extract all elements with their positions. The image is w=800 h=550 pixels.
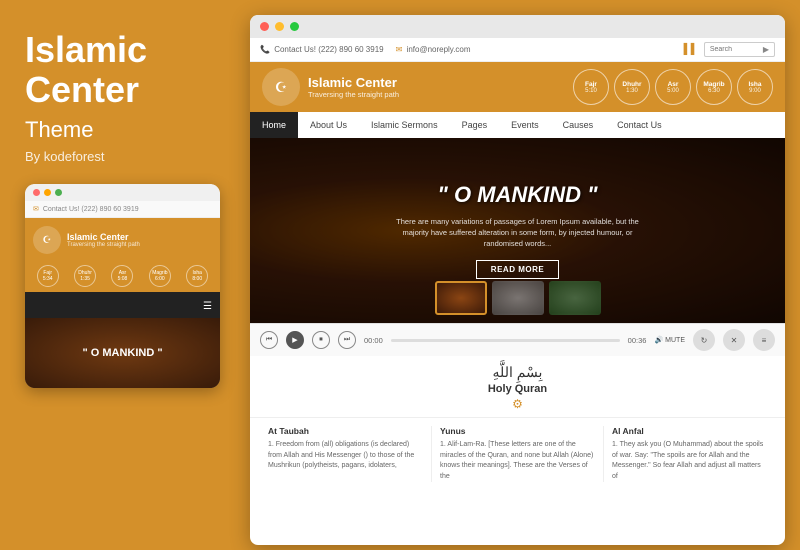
nav-sermons[interactable]: Islamic Sermons: [359, 112, 450, 138]
mobile-hero: " O MANKIND ": [25, 318, 220, 388]
hero-content: " O MANKIND " There are many variations …: [358, 182, 678, 280]
left-panel: IslamicCenter Theme By kodeforest ✉ Cont…: [0, 0, 245, 550]
nav-pages[interactable]: Pages: [450, 112, 500, 138]
mobile-prayer-magrib: Magrib6:00: [149, 265, 171, 289]
player-extra-btn-2[interactable]: ✕: [723, 329, 745, 351]
article-taubah: At Taubah 1. Freedom from (all) obligati…: [260, 426, 432, 482]
mobile-header: ☪ Islamic Center Traversing the straight…: [25, 218, 220, 262]
quran-section: بِسْمِ اللَّهِ Holy Quran ⚙: [250, 356, 785, 418]
mobile-mockup: ✉ Contact Us! (222) 890 60 3919 ☪ Islami…: [25, 184, 220, 388]
player-next-button[interactable]: ⏭: [338, 331, 356, 349]
mute-button[interactable]: 🔊 MUTE: [654, 336, 685, 344]
hero-read-more-button[interactable]: READ MORE: [476, 260, 559, 279]
chrome-dot-green: [290, 22, 299, 31]
phone-icon: 📞: [260, 45, 270, 54]
site-logo: ☪: [262, 68, 300, 106]
site-name: Islamic Center: [308, 75, 399, 91]
search-box[interactable]: ▶: [704, 42, 775, 57]
prayer-magrib: Magrib 6:30: [696, 69, 732, 105]
article-anfal-text: 1. They ask you (O Muhammad) about the s…: [612, 440, 767, 482]
article-anfal: Al Anfal 1. They ask you (O Muhammad) ab…: [604, 426, 775, 482]
player-progress-bar[interactable]: [391, 339, 620, 342]
article-yunus-title: Yunus: [440, 426, 595, 436]
chrome-dot-red: [260, 22, 269, 31]
top-info-bar: 📞 Contact Us! (222) 890 60 3919 ✉ info@n…: [250, 38, 785, 62]
prayer-fajr: Fajr 5:10: [573, 69, 609, 105]
player-extra-btn-3[interactable]: ≡: [753, 329, 775, 351]
browser-window: 📞 Contact Us! (222) 890 60 3919 ✉ info@n…: [250, 15, 785, 545]
nav-events[interactable]: Events: [499, 112, 551, 138]
hero-thumbnails: [435, 281, 601, 315]
site-tagline: Traversing the straight path: [308, 90, 399, 99]
mobile-prayer-asr: Asr5:08: [111, 265, 133, 289]
mobile-prayer-isha: Isha8:00: [186, 265, 208, 289]
nav-causes[interactable]: Causes: [551, 112, 606, 138]
prayer-asr: Asr 5:00: [655, 69, 691, 105]
mobile-hero-text: " O MANKIND ": [82, 347, 162, 359]
browser-chrome: [250, 15, 785, 38]
mobile-dot-red: [33, 189, 40, 196]
left-subtitle: Theme: [25, 117, 220, 143]
articles-section: At Taubah 1. Freedom from (all) obligati…: [250, 418, 785, 490]
mobile-chrome-dots: [25, 184, 220, 201]
article-yunus-text: 1. Alif-Lam-Ra. [These letters are one o…: [440, 440, 595, 482]
site-header: ☪ Islamic Center Traversing the straight…: [250, 62, 785, 112]
browser-content: 📞 Contact Us! (222) 890 60 3919 ✉ info@n…: [250, 38, 785, 490]
mobile-nav-bar: ☰: [25, 292, 220, 318]
nav-home[interactable]: Home: [250, 112, 298, 138]
prayer-isha: Isha 9:00: [737, 69, 773, 105]
top-info-right: ▌▌ ▶: [684, 42, 775, 57]
article-taubah-text: 1. Freedom from (all) obligations (is de…: [268, 440, 423, 472]
article-taubah-title: At Taubah: [268, 426, 423, 436]
nav-about[interactable]: About Us: [298, 112, 359, 138]
player-stop-button[interactable]: ⏹: [312, 331, 330, 349]
mobile-menu-icon: ☰: [203, 301, 212, 312]
mobile-prayer-dhuhr: Dhuhr1:35: [74, 265, 96, 289]
mobile-dot-green: [55, 189, 62, 196]
player-prev-button[interactable]: ⏮: [260, 331, 278, 349]
contact-email: ✉ info@noreply.com: [396, 45, 471, 54]
mobile-prayer-fajr: Fajr5:34: [37, 265, 59, 289]
player-extra-btn-1[interactable]: ↻: [693, 329, 715, 351]
quran-icon: ⚙: [262, 397, 773, 411]
left-title: IslamicCenter: [25, 30, 220, 109]
chrome-dot-yellow: [275, 22, 284, 31]
hero-quote: " O MANKIND ": [388, 182, 648, 208]
player-play-button[interactable]: ▶: [286, 331, 304, 349]
hero-thumb-1[interactable]: [435, 281, 487, 315]
article-yunus: Yunus 1. Alif-Lam-Ra. [These letters are…: [432, 426, 604, 482]
search-input[interactable]: [710, 46, 760, 53]
mobile-dot-yellow: [44, 189, 51, 196]
email-icon: ✉: [396, 45, 403, 54]
main-nav: Home About Us Islamic Sermons Pages Even…: [250, 112, 785, 138]
player-time-end: 00:36: [628, 336, 647, 345]
mobile-contact-text: Contact Us! (222) 890 60 3919: [43, 206, 139, 213]
audio-player: ⏮ ▶ ⏹ ⏭ 00:00 00:36 🔊 MUTE ↻ ✕ ≡: [250, 323, 785, 356]
nav-contact[interactable]: Contact Us: [605, 112, 674, 138]
mobile-site-name: Islamic Center: [67, 232, 140, 242]
top-info-left: 📞 Contact Us! (222) 890 60 3919 ✉ info@n…: [260, 45, 471, 54]
site-logo-area: ☪ Islamic Center Traversing the straight…: [262, 68, 399, 106]
hero-description: There are many variations of passages of…: [388, 216, 648, 250]
left-by: By kodeforest: [25, 149, 220, 164]
quran-title: Holy Quran: [262, 383, 773, 395]
mobile-prayer-row: Fajr5:34 Dhuhr1:35 Asr5:08 Magrib6:00 Is…: [25, 262, 220, 292]
mobile-logo: ☪: [33, 226, 61, 254]
mobile-site-tagline: Traversing the straight path: [67, 242, 140, 248]
mobile-contact-icon: ✉: [33, 205, 39, 213]
article-anfal-title: Al Anfal: [612, 426, 767, 436]
mobile-topbar: ✉ Contact Us! (222) 890 60 3919: [25, 201, 220, 218]
prayer-times: Fajr 5:10 Dhuhr 1:30 Asr 5:00 Magrib 6:3…: [573, 69, 773, 105]
quran-arabic-text: بِسْمِ اللَّهِ: [262, 364, 773, 381]
search-submit-icon[interactable]: ▶: [763, 45, 769, 54]
player-time-start: 00:00: [364, 336, 383, 345]
contact-phone: 📞 Contact Us! (222) 890 60 3919: [260, 45, 384, 54]
hero-thumb-2[interactable]: [492, 281, 544, 315]
hero-thumb-3[interactable]: [549, 281, 601, 315]
hero-section: " O MANKIND " There are many variations …: [250, 138, 785, 323]
prayer-dhuhr: Dhuhr 1:30: [614, 69, 650, 105]
social-icon-1: ▌▌: [684, 44, 698, 55]
